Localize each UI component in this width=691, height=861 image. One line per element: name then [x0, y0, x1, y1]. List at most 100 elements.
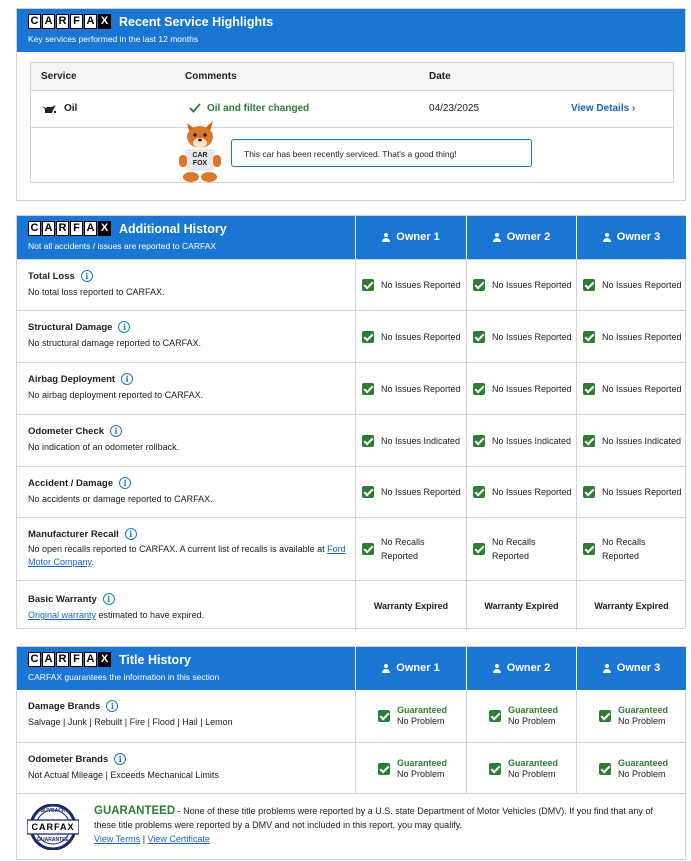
info-icon[interactable]: i — [102, 593, 115, 605]
owner-3-warranty: Warranty Expired — [576, 581, 686, 631]
person-icon — [382, 232, 391, 242]
service-comment: Oil and filter changed — [207, 103, 310, 114]
owner-1-status: No Issues Reported — [355, 311, 466, 362]
row-label: Accident / Damage — [28, 477, 113, 489]
seal-top-text: BUYBACK — [40, 808, 66, 814]
info-icon[interactable]: i — [80, 270, 93, 282]
fox-speech-bubble: This car has been recently serviced. Tha… — [231, 139, 532, 167]
row-label: Manufacturer Recall — [28, 528, 119, 540]
owner-3-recall: No Recalls Reported — [576, 518, 686, 580]
service-table-header: Service Comments Date — [31, 63, 673, 91]
col-comments: Comments — [185, 71, 237, 82]
owner-1-title-status: Guaranteed No Problem — [355, 690, 466, 742]
owner-3-title-status: Guaranteed No Problem — [576, 690, 686, 742]
info-icon[interactable]: i — [118, 321, 131, 333]
row-description: No total loss reported to CARFAX. — [28, 287, 165, 297]
check-icon — [362, 486, 374, 498]
service-row: Oil Oil and filter changed 04/23/2025 Vi… — [31, 91, 673, 128]
owner-1-title-status: Guaranteed No Problem — [355, 743, 466, 794]
service-date: 04/23/2025 — [429, 103, 480, 114]
info-icon[interactable]: i — [119, 477, 131, 489]
oil-can-icon — [41, 103, 57, 118]
col-date: Date — [429, 71, 451, 82]
carfax-logo: CARFAX — [28, 221, 111, 236]
row-label: Structural Damage — [28, 321, 113, 333]
owner-2-warranty: Warranty Expired — [466, 581, 576, 631]
check-icon — [473, 434, 485, 447]
owner-1-status: No Issues Reported — [355, 363, 466, 414]
additional-title: Additional History — [119, 222, 227, 236]
owner-1-status: No Issues Reported — [355, 260, 466, 310]
buyback-guarantee-seal: BUYBACK CARFAX GUARANTEE — [26, 803, 80, 851]
row-label: Airbag Deployment — [28, 373, 116, 385]
guarantee-text: GUARANTEED - None of these title problem… — [94, 804, 674, 846]
title-header: CARFAX Title History CARFAX guarantees t… — [17, 647, 686, 690]
owner-2-status: No Issues Reported — [466, 260, 576, 310]
person-icon — [492, 663, 501, 673]
title-history-panel: CARFAX Title History CARFAX guarantees t… — [16, 646, 686, 860]
seal-logo: CARFAX — [31, 822, 75, 832]
row-label: Odometer Check — [28, 425, 105, 437]
check-icon — [362, 543, 374, 555]
check-icon — [489, 710, 501, 722]
info-icon[interactable]: i — [114, 753, 127, 765]
check-icon — [599, 762, 611, 775]
check-icon — [378, 762, 390, 775]
check-icon — [599, 710, 611, 722]
owner-3-status: No Issues Reported — [576, 467, 686, 517]
view-details-link[interactable]: View Details › — [571, 103, 635, 114]
owner-3-status: No Issues Indicated — [576, 415, 686, 466]
col-service: Service — [41, 71, 77, 82]
view-certificate-link[interactable]: View Certificate — [148, 834, 210, 844]
row-label: Odometer Brands — [28, 753, 109, 765]
owner-1-status: No Issues Indicated — [355, 415, 466, 466]
owner-3-status: No Issues Reported — [576, 311, 686, 362]
check-icon — [473, 543, 485, 555]
check-icon — [362, 330, 374, 343]
check-icon — [473, 486, 485, 498]
info-icon[interactable]: i — [106, 700, 119, 712]
check-icon — [583, 279, 595, 291]
owner-1-header: Owner 1 — [355, 216, 466, 259]
title-row: Damage Brands i Salvage | Junk | Rebuilt |… — [17, 690, 685, 742]
row-description: No structural damage reported to CARFAX. — [28, 338, 202, 348]
owner-1-status: No Issues Reported — [355, 467, 466, 517]
carfax-logo: CARFAX — [28, 14, 111, 29]
row-description: No indication of an odometer rollback. — [28, 442, 180, 452]
row-description: No airbag deployment reported to CARFAX. — [28, 390, 204, 400]
info-icon[interactable]: i — [121, 373, 134, 385]
owner-2-title-status: Guaranteed No Problem — [466, 743, 576, 794]
check-icon — [473, 279, 485, 291]
person-icon — [602, 663, 611, 673]
history-row: Structural Damage i No structural damage r… — [17, 310, 685, 362]
car-fox-mascot: CAR FOX — [173, 117, 231, 185]
row-description: Salvage | Junk | Rebuilt | Fire | Flood … — [28, 717, 233, 727]
additional-subtitle: Not all accidents / issues are reported … — [28, 241, 217, 251]
check-icon — [583, 330, 595, 343]
owner-3-header: Owner 3 — [576, 647, 686, 690]
owner-1-recall: No Recalls Reported — [355, 518, 466, 580]
owner-1-warranty: Warranty Expired — [355, 581, 466, 631]
service-subtitle: Key services performed in the last 12 mo… — [28, 34, 199, 44]
owner-1-header: Owner 1 — [355, 647, 466, 690]
check-icon — [489, 762, 501, 775]
owner-2-status: No Issues Reported — [466, 363, 576, 414]
owner-3-status: No Issues Reported — [576, 363, 686, 414]
check-icon — [583, 543, 595, 555]
owner-2-status: No Issues Reported — [466, 467, 576, 517]
check-icon — [362, 279, 374, 291]
guarantee-footer: BUYBACK CARFAX GUARANTEE GUARANTEED - No… — [17, 793, 685, 859]
view-terms-link[interactable]: View Terms — [94, 834, 140, 844]
info-icon[interactable]: i — [124, 528, 137, 540]
title-history-title: Title History — [119, 653, 192, 667]
checkmark-icon — [188, 101, 202, 118]
owner-2-header: Owner 2 — [466, 216, 576, 259]
check-icon — [362, 434, 374, 447]
warranty-row: Basic Warranty i Original warranty estimat… — [17, 580, 685, 631]
service-oil: Oil — [64, 103, 78, 114]
info-icon[interactable]: i — [110, 425, 123, 437]
original-warranty-link[interactable]: Original warranty — [28, 610, 96, 620]
row-description: Original warranty estimated to have expi… — [28, 610, 205, 620]
row-label: Damage Brands — [28, 700, 101, 712]
check-icon — [473, 330, 485, 343]
